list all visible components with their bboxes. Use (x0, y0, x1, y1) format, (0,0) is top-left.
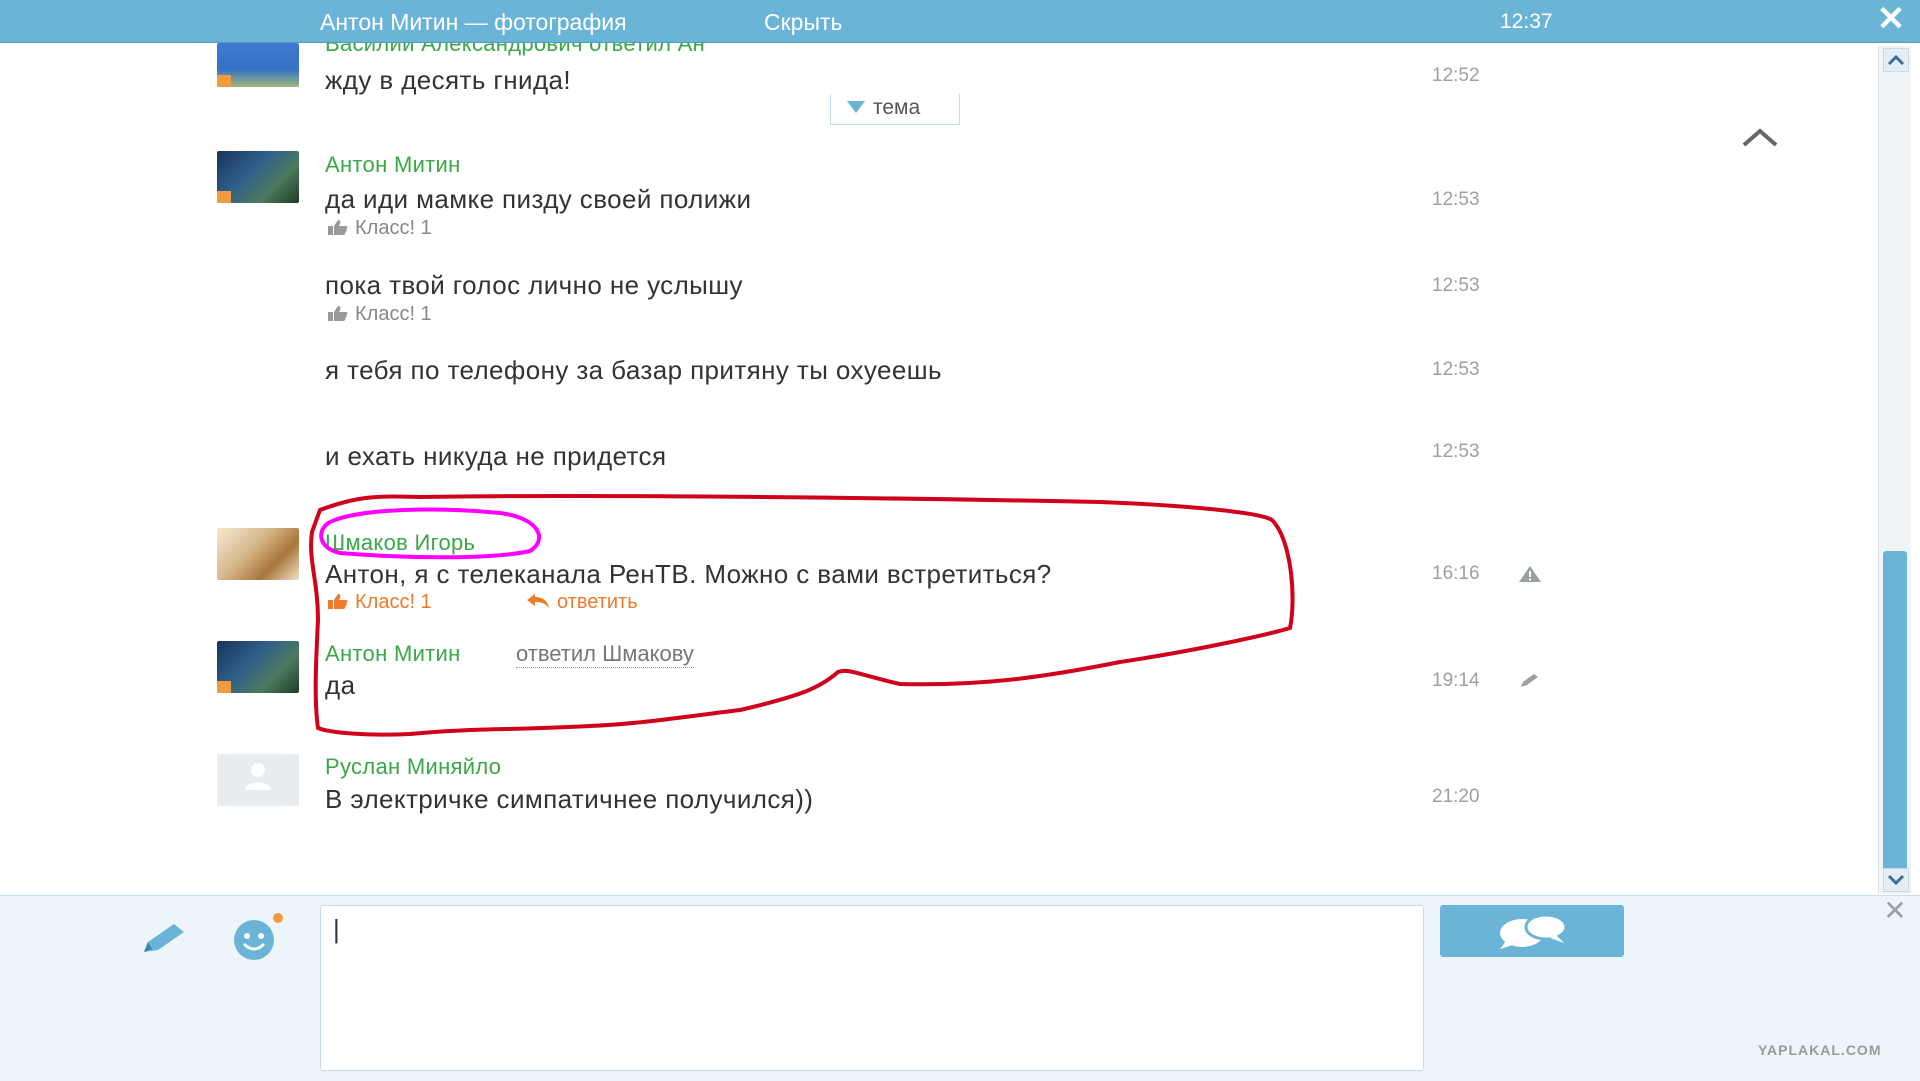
window-title: Антон Митин — фотография (320, 9, 627, 35)
thumb-up-icon (328, 306, 348, 321)
message-composer: | ✕ (0, 895, 1920, 1081)
message-text: пока твой голос лично не услышу (325, 270, 743, 300)
message-text: Антон, я с телеканала РенТВ. Можно с вам… (325, 559, 1052, 589)
message-time: 16:16 (1432, 563, 1480, 584)
chat-bubbles-icon (1500, 913, 1568, 949)
message-text: жду в десять гнида! (325, 65, 572, 95)
message-time: 12:53 (1432, 359, 1480, 380)
message-time: 19:14 (1432, 670, 1480, 691)
scrollbar-thumb[interactable] (1883, 551, 1907, 871)
message-time: 21:20 (1432, 786, 1480, 807)
like-label: Класс! 1 (355, 217, 432, 239)
message-author[interactable]: Антон Митин (325, 152, 461, 178)
window-title-bar: Антон Митин — фотография Скрыть 12:37 ✕ (0, 0, 1920, 43)
close-icon[interactable]: ✕ (1874, 2, 1908, 36)
smile-icon[interactable] (230, 912, 286, 962)
message-text: и ехать никуда не придется (325, 441, 667, 471)
message-time: 12:52 (1432, 65, 1480, 86)
warning-icon[interactable] (1518, 565, 1542, 583)
pencil-icon[interactable] (1518, 672, 1542, 690)
message-input[interactable]: | (320, 905, 1424, 1071)
message-author[interactable]: Василий Александрович ответил Ан (325, 43, 705, 57)
message-text: В электричке симпатичнее получился)) (325, 784, 814, 814)
avatar[interactable] (217, 43, 299, 87)
topic-button[interactable]: тема (830, 94, 960, 125)
triangle-down-icon (847, 101, 865, 113)
avatar[interactable] (217, 528, 299, 580)
reply-label: ответить (557, 591, 638, 613)
scroll-up-button[interactable] (1883, 48, 1909, 72)
message-author[interactable]: Шмаков Игорь (325, 530, 475, 556)
like-label: Класс! 1 (355, 303, 432, 325)
chat-history[interactable]: Василий Александрович ответил Ан жду в д… (0, 43, 1876, 894)
message-time: 12:53 (1432, 189, 1480, 210)
message-time: 12:53 (1432, 441, 1480, 462)
chevron-down-icon (1887, 874, 1905, 886)
hide-button[interactable]: Скрыть (764, 9, 843, 36)
scrollbar[interactable] (1878, 46, 1911, 894)
message-author[interactable]: Антон Митин (325, 641, 461, 667)
thumb-up-icon (328, 220, 348, 235)
message-text: да (325, 670, 356, 700)
reply-button[interactable]: ответить (525, 591, 638, 614)
send-button[interactable] (1440, 905, 1624, 957)
avatar[interactable] (217, 754, 299, 806)
chevron-up-icon[interactable] (1740, 125, 1780, 149)
topic-label: тема (873, 96, 921, 119)
chevron-up-icon (1887, 54, 1905, 66)
pencil-icon[interactable] (140, 918, 190, 958)
user-icon (245, 763, 271, 790)
thumb-up-icon (328, 594, 348, 609)
message-text: я тебя по телефону за базар притяну ты о… (325, 355, 942, 385)
message-text: да иди мамке пизду своей полижи (325, 184, 752, 214)
avatar[interactable] (217, 151, 299, 203)
replied-to-link[interactable]: ответил Шмакову (516, 641, 694, 668)
like-label: Класс! 1 (355, 591, 432, 613)
message-time: 12:53 (1432, 275, 1480, 296)
message-author[interactable]: Руслан Миняйло (325, 754, 501, 780)
avatar[interactable] (217, 641, 299, 693)
reply-icon (527, 594, 549, 608)
like-button[interactable]: Класс! 1 (327, 303, 432, 326)
like-button[interactable]: Класс! 1 (327, 217, 432, 240)
close-composer-icon[interactable]: ✕ (1880, 896, 1910, 926)
watermark: YAPLAKAL.COM (1758, 1042, 1882, 1058)
clock: 12:37 (1500, 10, 1553, 33)
scroll-down-button[interactable] (1883, 868, 1909, 892)
like-button[interactable]: Класс! 1 (327, 591, 432, 614)
